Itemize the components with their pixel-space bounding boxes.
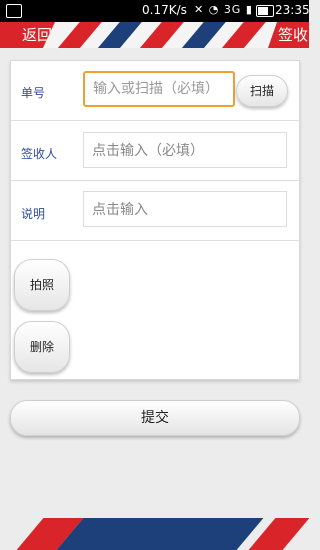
- connectivity-icons: ✕ ◔ 3G ▮: [194, 3, 253, 16]
- clock: 23:35: [275, 3, 310, 17]
- recipient-input[interactable]: 点击输入（必填）: [83, 132, 287, 168]
- note-row: 说明 点击输入: [11, 181, 299, 241]
- image-notification-icon: [6, 4, 22, 18]
- decor-stripe: [175, 22, 231, 48]
- decor-stripe: [215, 22, 271, 48]
- recipient-label: 签收人: [21, 147, 58, 161]
- submit-button[interactable]: 提交: [10, 400, 300, 436]
- tracking-label: 单号: [21, 86, 46, 100]
- decor-stripe: [133, 22, 189, 48]
- scan-button[interactable]: 扫描: [236, 75, 288, 107]
- footer-decoration: [0, 518, 309, 550]
- note-input[interactable]: 点击输入: [83, 191, 287, 227]
- delete-button[interactable]: 删除: [14, 321, 70, 373]
- tracking-row: 单号 输入或扫描（必填） 扫描: [11, 61, 299, 121]
- status-bar: 0.17K/s ✕ ◔ 3G ▮ 23:35: [0, 0, 310, 22]
- form-card: 单号 输入或扫描（必填） 扫描 签收人 点击输入（必填） 说明 点击输入 拍照 …: [10, 60, 300, 380]
- decor-stripe: [51, 22, 107, 48]
- signal-label: 3G: [223, 3, 242, 16]
- tracking-input[interactable]: 输入或扫描（必填）: [83, 71, 235, 107]
- photo-button[interactable]: 拍照: [14, 259, 70, 311]
- decor-stripe: [56, 518, 264, 550]
- battery-icon: [256, 5, 274, 17]
- note-label: 说明: [21, 207, 46, 221]
- recipient-row: 签收人 点击输入（必填）: [11, 121, 299, 181]
- network-speed: 0.17K/s: [142, 3, 187, 17]
- decor-stripe: [91, 22, 147, 48]
